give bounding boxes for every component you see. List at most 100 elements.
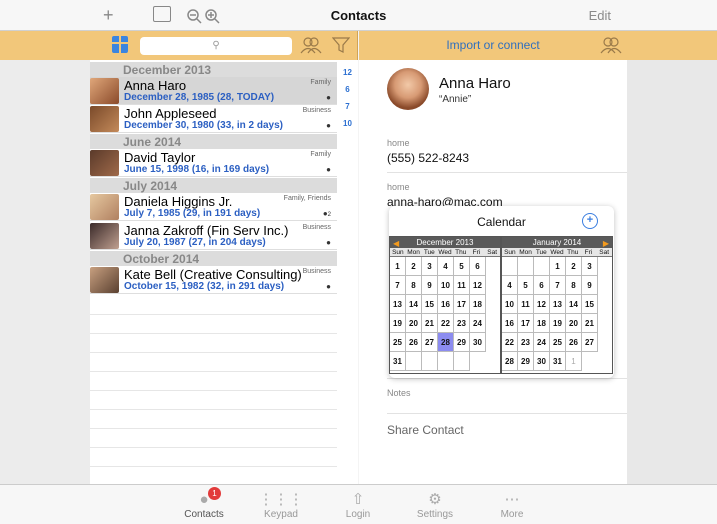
calendar-day[interactable]: 26 — [406, 333, 422, 352]
calendar-day[interactable]: 28 — [502, 352, 518, 371]
calendar-day[interactable]: 19 — [550, 314, 566, 333]
calendar-day[interactable]: 31 — [550, 352, 566, 371]
calendar-day[interactable]: 12 — [470, 276, 486, 295]
calendar-day[interactable]: 22 — [438, 314, 454, 333]
calendar-day[interactable]: 24 — [470, 314, 486, 333]
tab-contacts[interactable]: ● 1 Contacts — [164, 487, 244, 520]
calendar-day[interactable]: 1 — [390, 257, 406, 276]
calendar-day[interactable]: 20 — [566, 314, 582, 333]
calendar-day[interactable]: 8 — [406, 276, 422, 295]
calendar-day[interactable]: 6 — [534, 276, 550, 295]
calendar-day[interactable]: 12 — [534, 295, 550, 314]
index-entry[interactable]: 7 — [337, 102, 358, 111]
calendar-day[interactable]: 14 — [566, 295, 582, 314]
email-label: home — [387, 182, 410, 192]
index-entry[interactable]: 10 — [337, 119, 358, 128]
calendar-day[interactable]: 27 — [422, 333, 438, 352]
section-index[interactable]: 12 6 7 10 — [337, 60, 358, 484]
calendar-day[interactable]: 23 — [454, 314, 470, 333]
calendar-day[interactable]: 7 — [390, 276, 406, 295]
previous-month-arrow[interactable]: ◀ — [393, 238, 399, 249]
calendar-day[interactable]: 4 — [502, 276, 518, 295]
tab-login[interactable]: ⇧ Login — [318, 491, 398, 520]
list-item[interactable]: David Taylor June 15, 1998 (16, in 169 d… — [90, 149, 337, 177]
notes-label[interactable]: Notes — [387, 388, 411, 398]
calendar-day[interactable]: 23 — [518, 333, 534, 352]
calendar-day[interactable]: 15 — [422, 295, 438, 314]
calendar-day[interactable]: 19 — [390, 314, 406, 333]
avatar — [90, 106, 119, 132]
calendar-day[interactable]: 22 — [502, 333, 518, 352]
calendar-day[interactable]: 1 — [550, 257, 566, 276]
calendar-day[interactable]: 29 — [454, 333, 470, 352]
calendar-day[interactable]: 2 — [406, 257, 422, 276]
calendar-day[interactable]: 31 — [390, 352, 406, 371]
list-item[interactable]: Daniela Higgins Jr. July 7, 1985 (29, in… — [90, 193, 337, 221]
list-item[interactable]: John Appleseed December 30, 1980 (33, in… — [90, 105, 337, 133]
calendar-day[interactable]: 30 — [470, 333, 486, 352]
calendar-day[interactable]: 5 — [518, 276, 534, 295]
filter-icon[interactable] — [332, 37, 350, 53]
calendar-day[interactable]: 21 — [422, 314, 438, 333]
zoom-in-icon[interactable]: + — [582, 213, 598, 229]
list-item[interactable]: Janna Zakroff (Fin Serv Inc.) July 20, 1… — [90, 222, 337, 250]
calendar-day[interactable]: 13 — [390, 295, 406, 314]
groups-icon[interactable] — [300, 36, 322, 54]
calendar-day[interactable]: 29 — [518, 352, 534, 371]
group-tag: Family — [310, 79, 331, 86]
edit-button[interactable]: Edit — [589, 8, 611, 23]
avatar — [90, 223, 119, 249]
share-contact-button[interactable]: Share Contact — [387, 423, 464, 437]
tab-keypad[interactable]: ⋮⋮⋮ Keypad — [241, 491, 321, 520]
calendar-day[interactable]: 30 — [534, 352, 550, 371]
calendar-day[interactable]: 2 — [566, 257, 582, 276]
calendar-day[interactable]: 25 — [390, 333, 406, 352]
next-month-arrow[interactable]: ▶ — [603, 238, 609, 249]
calendar-day[interactable]: 17 — [518, 314, 534, 333]
calendar-day[interactable]: 17 — [454, 295, 470, 314]
tab-more[interactable]: ⋯ More — [472, 491, 552, 520]
cake-icon: ● — [326, 93, 331, 102]
calendar-day[interactable]: 11 — [518, 295, 534, 314]
calendar-day[interactable]: 3 — [582, 257, 598, 276]
top-navigation-bar: + Contacts Edit — [0, 0, 717, 31]
calendar-day[interactable]: 10 — [438, 276, 454, 295]
calendar-day — [454, 352, 470, 371]
calendar-day[interactable]: 10 — [502, 295, 518, 314]
calendar-day[interactable]: 28 — [438, 333, 454, 352]
calendar-day[interactable]: 11 — [454, 276, 470, 295]
calendar-day[interactable]: 13 — [550, 295, 566, 314]
calendar-day[interactable]: 18 — [470, 295, 486, 314]
calendar-day[interactable]: 24 — [534, 333, 550, 352]
calendar-day[interactable]: 26 — [566, 333, 582, 352]
list-item[interactable]: Kate Bell (Creative Consulting) October … — [90, 266, 337, 294]
calendar-day[interactable]: 5 — [454, 257, 470, 276]
calendar-day[interactable]: 3 — [422, 257, 438, 276]
phone-value[interactable]: (555) 522-8243 — [387, 151, 469, 165]
calendar-day[interactable]: 25 — [550, 333, 566, 352]
calendar-day[interactable]: 15 — [582, 295, 598, 314]
calendar-day[interactable]: 6 — [470, 257, 486, 276]
groups-icon[interactable] — [599, 36, 623, 54]
calendar-day[interactable]: 27 — [582, 333, 598, 352]
calendar-day[interactable]: 18 — [534, 314, 550, 333]
calendar-day[interactable]: 7 — [550, 276, 566, 295]
calendar-day[interactable]: 9 — [422, 276, 438, 295]
index-entry[interactable]: 6 — [337, 85, 358, 94]
calendar-day[interactable]: 9 — [582, 276, 598, 295]
calendar-day[interactable]: 14 — [406, 295, 422, 314]
calendar-day[interactable]: 20 — [406, 314, 422, 333]
gift-icon[interactable] — [112, 36, 128, 53]
calendar-day[interactable]: 1 — [566, 352, 582, 371]
login-icon: ⇧ — [351, 491, 365, 508]
list-item[interactable]: Anna Haro December 28, 1985 (28, TODAY) … — [90, 77, 337, 105]
calendar-day[interactable]: 21 — [582, 314, 598, 333]
import-connect-button[interactable]: Import or connect — [359, 38, 627, 52]
calendar-day[interactable]: 8 — [566, 276, 582, 295]
calendar-day[interactable]: 4 — [438, 257, 454, 276]
tab-settings[interactable]: ⚙ Settings — [395, 491, 475, 520]
search-input[interactable]: ⚲ — [140, 37, 292, 55]
index-entry[interactable]: 12 — [337, 68, 358, 77]
calendar-day[interactable]: 16 — [502, 314, 518, 333]
calendar-day[interactable]: 16 — [438, 295, 454, 314]
